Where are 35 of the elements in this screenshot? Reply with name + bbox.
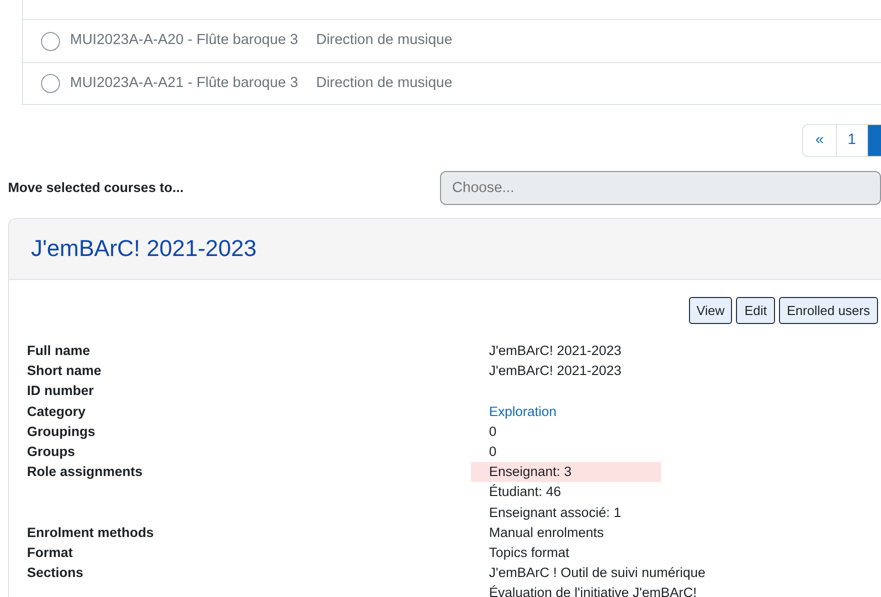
detail-label: Role assignments (27, 463, 144, 482)
detail-value: J'emBArC ! Outil de suivi numérique (488, 564, 706, 582)
detail-value: 0 (488, 443, 497, 462)
detail-value: J'emBArC! 2021-2023 (488, 362, 622, 380)
action-button[interactable]: Enrolled users (778, 297, 878, 324)
detail-value: Étudiant: 46 (488, 483, 562, 502)
detail-label: Full name (27, 342, 92, 360)
detail-value: J'emBArC! 2021-2023 (488, 342, 622, 360)
detail-label: Groupings (27, 422, 96, 441)
detail-label: Short name (27, 362, 102, 380)
radio-button[interactable] (41, 32, 60, 50)
course-name[interactable]: MUI2023A-A-A20 - Flûte baroque 3 (70, 30, 298, 52)
detail-label: Groups (27, 443, 76, 462)
course-title[interactable]: J'emBArC! 2021-2023 (31, 235, 257, 263)
action-button[interactable]: View (688, 297, 732, 324)
course-category: Direction de musique (316, 74, 452, 93)
detail-label: Enrolment methods (27, 524, 155, 542)
move-label: Move selected courses to... (8, 178, 185, 197)
detail-value: 0 (488, 422, 497, 441)
detail-value: Topics format (488, 544, 570, 562)
detail-value: Enseignant: 3 (471, 462, 661, 482)
category-link[interactable]: Exploration (471, 402, 557, 422)
detail-label: ID number (27, 382, 95, 400)
page-link[interactable]: 1 (836, 124, 868, 157)
page-link[interactable]: « (802, 124, 837, 157)
course-category: Direction de musique (316, 31, 452, 50)
course-select[interactable]: Choose... (440, 171, 881, 205)
radio-button[interactable] (41, 74, 60, 93)
detail-label: Format (27, 544, 74, 562)
detail-value: Enseignant associé: 1 (488, 504, 622, 522)
course-name[interactable]: MUI2023A-A-A21 - Flûte baroque 3 (70, 72, 298, 94)
detail-label: Sections (27, 564, 84, 582)
detail-value: Manual enrolments (488, 524, 604, 542)
action-button[interactable]: Edit (736, 297, 775, 324)
detail-label: Category (27, 402, 87, 421)
